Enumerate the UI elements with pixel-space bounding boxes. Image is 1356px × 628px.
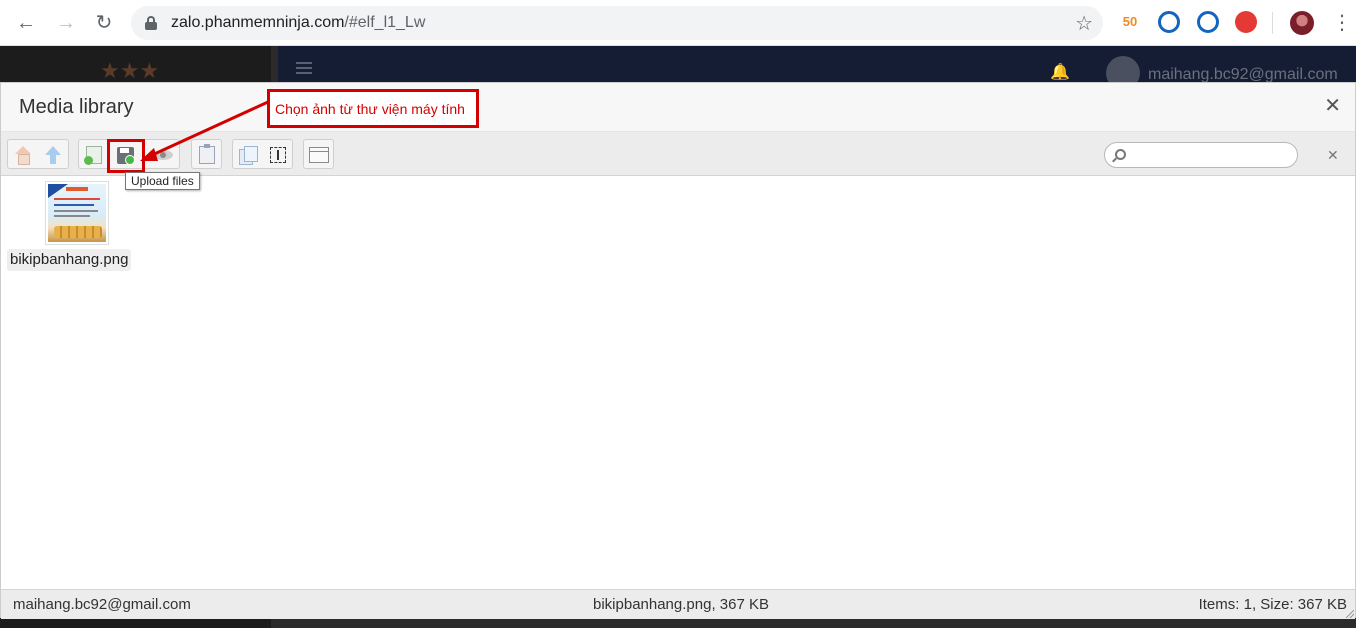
bell-icon: 🔔 bbox=[1050, 64, 1070, 81]
eye-icon bbox=[153, 150, 173, 160]
lock-icon bbox=[145, 16, 157, 30]
status-summary: Items: 1, Size: 367 KB bbox=[1198, 596, 1347, 613]
menu-kebab-icon[interactable]: ⋮ bbox=[1332, 10, 1352, 35]
modal-header: Media library ✕ bbox=[1, 83, 1355, 132]
annotation-callout: Chọn ảnh từ thư viện máy tính bbox=[267, 89, 479, 128]
select-button[interactable] bbox=[266, 143, 290, 167]
select-icon bbox=[270, 147, 286, 163]
home-button[interactable] bbox=[11, 143, 35, 167]
upload-tooltip: Upload files bbox=[125, 172, 200, 190]
media-library-modal: Media library ✕ ✕ bikipbanhang.png maiha… bbox=[0, 82, 1356, 619]
view-list-icon bbox=[309, 147, 329, 163]
home-icon bbox=[14, 146, 32, 165]
file-grid: bikipbanhang.png bbox=[1, 176, 1355, 589]
view-button[interactable] bbox=[307, 143, 331, 167]
bookmark-star-icon[interactable]: ☆ bbox=[1075, 11, 1093, 36]
up-button[interactable] bbox=[41, 143, 65, 167]
status-selected-file: bikipbanhang.png, 367 KB bbox=[593, 596, 769, 613]
file-item[interactable]: bikipbanhang.png bbox=[7, 181, 149, 273]
copy-button[interactable] bbox=[236, 143, 260, 167]
clear-search-icon[interactable]: ✕ bbox=[1327, 147, 1339, 164]
browser-toolbar: ← → ↻ zalo.phanmemninja.com/#elf_l1_Lw ☆… bbox=[0, 0, 1356, 46]
reload-icon[interactable]: ↻ bbox=[92, 11, 116, 35]
site-logo: ★★★ bbox=[100, 58, 160, 83]
clipboard-icon bbox=[199, 144, 215, 164]
resize-grip-icon[interactable] bbox=[1346, 610, 1354, 618]
arrow-up-icon bbox=[44, 146, 62, 164]
toolbar-divider bbox=[1272, 12, 1273, 34]
background-header: 🔔 maihang.bc92@gmail.com bbox=[278, 46, 1356, 90]
hamburger-icon bbox=[296, 62, 312, 74]
copy-icon bbox=[239, 146, 258, 165]
url-text: zalo.phanmemninja.com/#elf_l1_Lw bbox=[171, 14, 426, 31]
callout-text: Chọn ảnh từ thư viện máy tính bbox=[275, 101, 465, 117]
file-manager-toolbar: ✕ bbox=[1, 132, 1355, 176]
profile-avatar[interactable] bbox=[1290, 11, 1314, 35]
thumbnail-image bbox=[48, 184, 106, 242]
address-bar[interactable]: zalo.phanmemninja.com/#elf_l1_Lw ☆ bbox=[131, 6, 1103, 40]
search-icon bbox=[1115, 149, 1126, 160]
extension-rocket-icon[interactable] bbox=[1235, 11, 1257, 33]
new-file-button[interactable] bbox=[82, 143, 106, 167]
search-input[interactable] bbox=[1131, 145, 1291, 165]
forward-arrow-icon[interactable]: → bbox=[54, 11, 78, 35]
toolbar-group-navigation bbox=[7, 139, 69, 169]
paste-button[interactable] bbox=[195, 143, 219, 167]
upload-highlight-box bbox=[107, 139, 145, 173]
toolbar-group-view bbox=[303, 139, 334, 169]
toolbar-group-edit bbox=[232, 139, 293, 169]
file-thumbnail[interactable] bbox=[45, 181, 109, 245]
file-name[interactable]: bikipbanhang.png bbox=[7, 249, 132, 271]
extension-50-icon[interactable]: 50 bbox=[1119, 11, 1141, 33]
search-box[interactable] bbox=[1104, 142, 1298, 168]
toolbar-group-clipboard bbox=[191, 139, 222, 169]
extension-rocket-icon[interactable] bbox=[1197, 11, 1219, 33]
status-user: maihang.bc92@gmail.com bbox=[13, 596, 191, 613]
close-icon[interactable]: ✕ bbox=[1324, 93, 1341, 118]
modal-title: Media library bbox=[19, 96, 134, 118]
preview-button[interactable] bbox=[151, 143, 175, 167]
extension-rocket-icon[interactable] bbox=[1158, 11, 1180, 33]
status-bar: maihang.bc92@gmail.com bikipbanhang.png,… bbox=[1, 589, 1355, 619]
back-arrow-icon[interactable]: ← bbox=[14, 11, 38, 35]
new-file-icon bbox=[84, 146, 102, 165]
